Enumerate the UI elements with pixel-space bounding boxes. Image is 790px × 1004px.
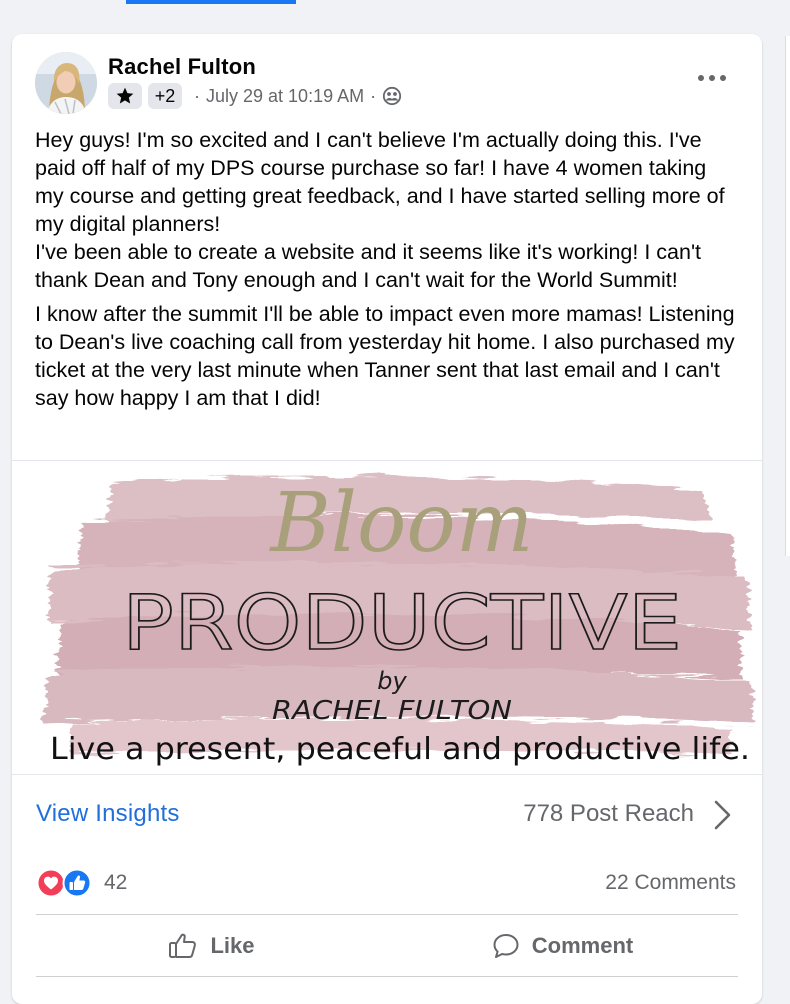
avatar[interactable] bbox=[35, 52, 97, 114]
insights-row[interactable]: View Insights 778 Post Reach bbox=[12, 774, 762, 852]
image-name: RACHEL FULTON bbox=[272, 696, 512, 726]
like-button[interactable]: Like bbox=[36, 916, 387, 976]
reaction-count[interactable]: 42 bbox=[104, 871, 127, 895]
like-label: Like bbox=[210, 933, 255, 958]
top-tab-strip bbox=[0, 0, 790, 6]
image-by: by bbox=[377, 667, 407, 695]
avatar-photo bbox=[35, 52, 97, 114]
meta-separator-2: · bbox=[370, 85, 377, 106]
post-body: Hey guys! I'm so excited and I can't bel… bbox=[35, 126, 739, 418]
image-script-word: Bloom bbox=[269, 476, 534, 571]
more-dot bbox=[698, 75, 704, 81]
image-tagline: Live a present, peaceful and productive … bbox=[50, 732, 750, 767]
reactions-summary: 42 22 Comments bbox=[36, 862, 738, 902]
post-paragraph-1: Hey guys! I'm so excited and I can't bel… bbox=[35, 128, 725, 292]
more-options-icon[interactable] bbox=[698, 68, 726, 88]
post-card: Rachel Fulton +2 · July 29 at 10:19 AM · bbox=[12, 34, 762, 1004]
star-icon bbox=[116, 87, 134, 104]
comment-count[interactable]: 22 Comments bbox=[605, 871, 736, 895]
post-header: Rachel Fulton +2 · July 29 at 10:19 AM · bbox=[12, 34, 762, 124]
love-reaction-icon bbox=[36, 868, 66, 898]
divider-bottom bbox=[36, 976, 738, 977]
post-timestamp[interactable]: July 29 at 10:19 AM bbox=[206, 86, 364, 107]
active-tab-indicator bbox=[126, 0, 296, 4]
like-reaction-icon bbox=[62, 868, 92, 898]
chevron-right-icon[interactable] bbox=[712, 798, 734, 832]
bloom-productive-graphic: Bloom PRODUCTIVE by RACHEL FULTON Live a… bbox=[42, 476, 754, 767]
more-badges-count[interactable]: +2 bbox=[148, 83, 182, 109]
post-image[interactable]: Bloom PRODUCTIVE by RACHEL FULTON Live a… bbox=[12, 460, 762, 775]
comment-label: Comment bbox=[531, 933, 634, 958]
meta-separator: · bbox=[194, 85, 200, 106]
post-meta: +2 · July 29 at 10:19 AM · bbox=[108, 82, 402, 110]
top-contributor-badge[interactable] bbox=[108, 83, 142, 109]
image-title-word: PRODUCTIVE bbox=[122, 578, 682, 667]
more-dot bbox=[709, 75, 715, 81]
post-paragraph-2: I know after the summit I'll be able to … bbox=[35, 302, 735, 410]
speech-bubble-icon bbox=[493, 934, 519, 958]
right-panel-edge bbox=[785, 36, 790, 556]
post-reach[interactable]: 778 Post Reach bbox=[523, 800, 694, 828]
view-insights-link[interactable]: View Insights bbox=[36, 800, 180, 828]
reaction-icons[interactable] bbox=[36, 868, 94, 898]
group-icon[interactable] bbox=[382, 86, 402, 106]
more-dot bbox=[720, 75, 726, 81]
author-name[interactable]: Rachel Fulton bbox=[108, 54, 256, 80]
action-bar: Like Comment bbox=[36, 916, 738, 976]
comment-button[interactable]: Comment bbox=[387, 916, 738, 976]
divider-top bbox=[36, 914, 738, 915]
thumbs-up-icon bbox=[169, 933, 197, 958]
